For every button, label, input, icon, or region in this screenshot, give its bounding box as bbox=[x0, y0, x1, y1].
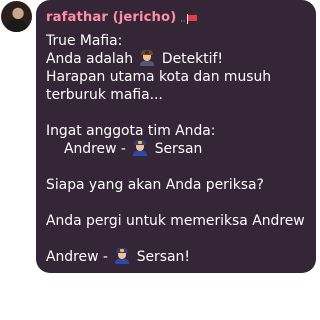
flag-icon: ·· bbox=[180, 13, 198, 26]
message-line: Andrew - Sersan bbox=[64, 140, 203, 157]
avatar[interactable] bbox=[1, 1, 32, 32]
sender-name[interactable]: rafathar (jericho) bbox=[46, 10, 176, 25]
detective-emoji-icon bbox=[139, 50, 155, 66]
message-bubble: rafathar (jericho) ·· True Mafia: Anda a… bbox=[36, 0, 316, 273]
message-body: True Mafia: Anda adalah Detektif! Harapa… bbox=[46, 32, 306, 266]
message-sender-row: rafathar (jericho) ·· bbox=[46, 7, 306, 27]
message-line: Anda pergi untuk memeriksa Andrew bbox=[46, 213, 305, 229]
message-line: terburuk mafia... bbox=[46, 87, 163, 103]
message-line: Andrew - Sersan! bbox=[46, 248, 190, 265]
message-line: Anda adalah Detektif! bbox=[46, 50, 223, 67]
message-line: Siapa yang akan Anda periksa? bbox=[46, 177, 264, 193]
police-officer-emoji-icon bbox=[114, 248, 130, 264]
police-officer-emoji-icon bbox=[132, 140, 148, 156]
message-line: True Mafia: bbox=[46, 33, 123, 49]
message-line: Ingat anggota tim Anda: bbox=[46, 123, 216, 139]
message-line: Harapan utama kota dan musuh bbox=[46, 69, 272, 85]
